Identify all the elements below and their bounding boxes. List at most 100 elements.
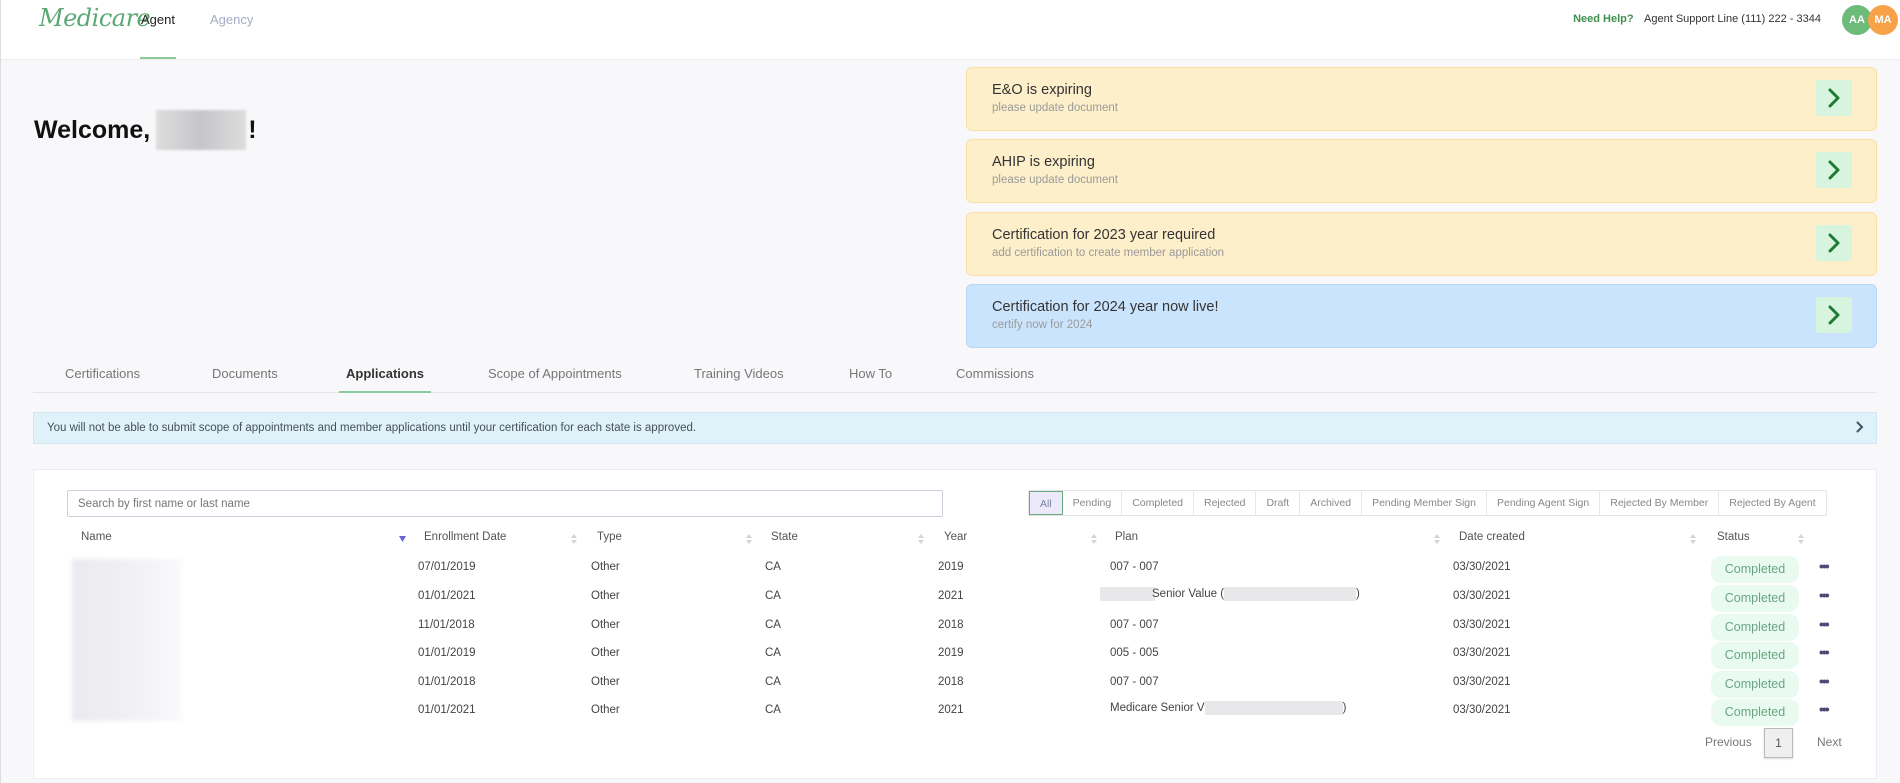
plan-text: Medicare Senior V bbox=[1110, 702, 1205, 715]
cell-year: 2021 bbox=[938, 590, 964, 602]
filter-pending[interactable]: Pending bbox=[1063, 491, 1123, 515]
redacted-user-name bbox=[156, 110, 247, 150]
cell-date-created: 03/30/2021 bbox=[1453, 590, 1511, 602]
cell-date-created: 03/30/2021 bbox=[1453, 676, 1511, 688]
more-horizontal-icon[interactable]: ••• bbox=[1819, 616, 1830, 632]
cell-enrollment-date: 07/01/2019 bbox=[418, 561, 476, 573]
avatar-ma[interactable]: MA bbox=[1868, 5, 1898, 35]
nav-tab-agency[interactable]: Agency bbox=[209, 12, 254, 59]
tab-scope-of-appointments[interactable]: Scope of Appointments bbox=[488, 366, 622, 393]
alert-title: AHIP is expiring bbox=[992, 154, 1095, 170]
column-header-year[interactable]: Year bbox=[944, 531, 967, 543]
column-header-plan[interactable]: Plan bbox=[1115, 531, 1138, 543]
column-header-name[interactable]: Name bbox=[81, 531, 112, 543]
column-header-type[interactable]: Type bbox=[597, 531, 622, 543]
status-badge: Completed bbox=[1711, 614, 1799, 641]
filter-pending-agent-sign[interactable]: Pending Agent Sign bbox=[1487, 491, 1601, 515]
column-header-enrollment-date[interactable]: Enrollment Date bbox=[424, 531, 506, 543]
tab-documents[interactable]: Documents bbox=[212, 366, 278, 393]
tab-commissions[interactable]: Commissions bbox=[956, 366, 1034, 393]
cell-state: CA bbox=[765, 704, 781, 716]
tab-certifications[interactable]: Certifications bbox=[65, 366, 140, 393]
sort-icon[interactable] bbox=[1690, 533, 1696, 545]
filter-rejected-by-agent[interactable]: Rejected By Agent bbox=[1719, 491, 1825, 515]
alert-certification-2023[interactable]: Certification for 2023 year required add… bbox=[966, 212, 1877, 276]
sort-icon[interactable] bbox=[918, 533, 924, 545]
more-horizontal-icon[interactable]: ••• bbox=[1819, 644, 1830, 660]
sort-desc-icon[interactable] bbox=[399, 536, 406, 548]
redacted-text bbox=[1100, 587, 1155, 601]
cell-date-created: 03/30/2021 bbox=[1453, 647, 1511, 659]
redacted-text bbox=[1204, 701, 1343, 715]
more-horizontal-icon[interactable]: ••• bbox=[1819, 701, 1830, 717]
plan-text-end: ) bbox=[1342, 702, 1347, 715]
certification-info-banner[interactable]: You will not be able to submit scope of … bbox=[33, 412, 1877, 444]
cell-state: CA bbox=[765, 676, 781, 688]
filter-completed[interactable]: Completed bbox=[1122, 491, 1194, 515]
cell-type: Other bbox=[591, 590, 620, 602]
filter-archived[interactable]: Archived bbox=[1300, 491, 1363, 515]
cell-type: Other bbox=[591, 561, 620, 573]
applications-card: All Pending Completed Rejected Draft Arc… bbox=[33, 469, 1877, 779]
status-badge: Completed bbox=[1711, 556, 1799, 583]
pagination-previous[interactable]: Previous bbox=[1705, 735, 1752, 749]
cell-date-created: 03/30/2021 bbox=[1453, 561, 1511, 573]
status-badge: Completed bbox=[1711, 699, 1799, 726]
status-badge: Completed bbox=[1711, 642, 1799, 669]
pagination-next[interactable]: Next bbox=[1817, 735, 1842, 749]
search-input[interactable] bbox=[67, 490, 943, 517]
filter-all[interactable]: All bbox=[1029, 491, 1063, 515]
redacted-names bbox=[72, 559, 182, 721]
alert-certification-2024[interactable]: Certification for 2024 year now live! ce… bbox=[966, 284, 1877, 348]
alert-subtitle: add certification to create member appli… bbox=[992, 247, 1225, 259]
redacted-text bbox=[1224, 587, 1357, 601]
alert-title: Certification for 2024 year now live! bbox=[992, 299, 1219, 315]
sort-icon[interactable] bbox=[746, 533, 752, 545]
welcome-prefix: Welcome, bbox=[34, 115, 151, 144]
cell-year: 2019 bbox=[938, 561, 964, 573]
sort-icon[interactable] bbox=[1091, 533, 1097, 545]
chevron-right-icon[interactable] bbox=[1816, 80, 1852, 116]
chevron-right-icon[interactable] bbox=[1816, 225, 1852, 261]
sort-icon[interactable] bbox=[1798, 533, 1804, 545]
chevron-right-icon[interactable] bbox=[1816, 152, 1852, 188]
filter-rejected[interactable]: Rejected bbox=[1194, 491, 1257, 515]
cell-type: Other bbox=[591, 676, 620, 688]
cell-date-created: 03/30/2021 bbox=[1453, 704, 1511, 716]
cell-year: 2018 bbox=[938, 619, 964, 631]
more-horizontal-icon[interactable]: ••• bbox=[1819, 558, 1830, 574]
cell-type: Other bbox=[591, 647, 620, 659]
need-help-link[interactable]: Need Help? bbox=[1573, 13, 1634, 25]
column-header-state[interactable]: State bbox=[771, 531, 798, 543]
tab-how-to[interactable]: How To bbox=[849, 366, 892, 393]
alert-subtitle: please update document bbox=[992, 174, 1118, 186]
alert-subtitle: please update document bbox=[992, 102, 1118, 114]
status-filter-group: All Pending Completed Rejected Draft Arc… bbox=[1028, 490, 1827, 516]
sort-icon[interactable] bbox=[1434, 533, 1440, 545]
column-header-status[interactable]: Status bbox=[1717, 531, 1750, 543]
filter-pending-member-sign[interactable]: Pending Member Sign bbox=[1362, 491, 1487, 515]
nav-tab-agent[interactable]: Agent bbox=[140, 12, 176, 59]
cell-enrollment-date: 01/01/2019 bbox=[418, 647, 476, 659]
pagination-page-1[interactable]: 1 bbox=[1764, 728, 1793, 758]
alert-ahip-expiring[interactable]: AHIP is expiring please update document bbox=[966, 139, 1877, 203]
support-line: Agent Support Line (111) 222 - 3344 bbox=[1644, 13, 1821, 25]
filter-rejected-by-member[interactable]: Rejected By Member bbox=[1600, 491, 1720, 515]
chevron-right-icon[interactable] bbox=[1816, 297, 1852, 333]
chevron-right-icon[interactable] bbox=[1856, 421, 1864, 436]
filter-draft[interactable]: Draft bbox=[1256, 491, 1301, 515]
tab-applications[interactable]: Applications bbox=[339, 366, 432, 393]
sort-icon[interactable] bbox=[571, 533, 577, 545]
cell-type: Other bbox=[591, 704, 620, 716]
alert-eo-expiring[interactable]: E&O is expiring please update document bbox=[966, 67, 1877, 131]
top-navbar: Medicare Agent Agency Need Help? Agent S… bbox=[1, 0, 1900, 60]
column-header-date-created[interactable]: Date created bbox=[1459, 531, 1525, 543]
cell-date-created: 03/30/2021 bbox=[1453, 619, 1511, 631]
tab-training-videos[interactable]: Training Videos bbox=[694, 366, 784, 393]
more-horizontal-icon[interactable]: ••• bbox=[1819, 673, 1830, 689]
help-section: Need Help? Agent Support Line (111) 222 … bbox=[1573, 13, 1821, 25]
medicare-logo[interactable]: Medicare bbox=[39, 4, 151, 32]
welcome-suffix: ! bbox=[248, 115, 257, 144]
more-horizontal-icon[interactable]: ••• bbox=[1819, 587, 1830, 603]
cell-plan: Medicare Senior V) bbox=[1110, 701, 1346, 715]
